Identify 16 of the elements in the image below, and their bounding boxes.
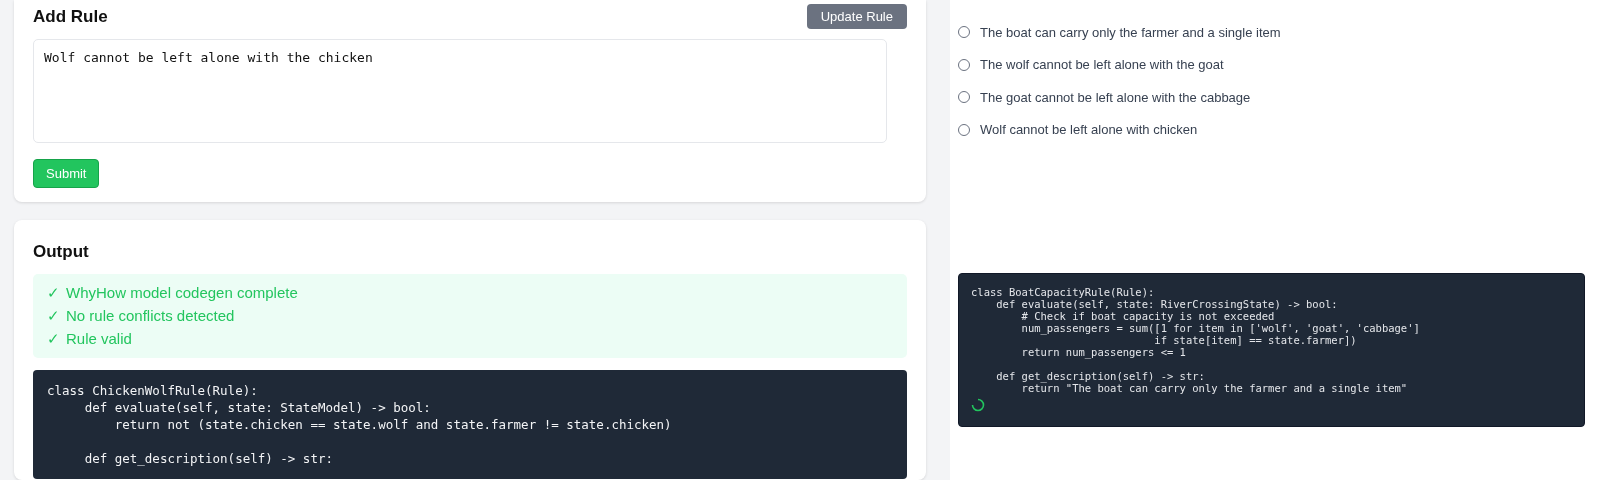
rule-option[interactable]: Wolf cannot be left alone with chicken bbox=[980, 122, 1198, 138]
check-icon: ✓ bbox=[47, 284, 60, 302]
update-rule-button[interactable]: Update Rule bbox=[806, 4, 907, 29]
code-text: class ChickenWolfRule(Rule): def evaluate(self, state: StateModel) -> bool: return not (state.chicken == state.wolf and state.farmer != state.chicken) def get_description(self) -> str: bbox=[47, 382, 673, 467]
check-icon: ✓ bbox=[47, 307, 60, 325]
check-icon: ✓ bbox=[47, 330, 60, 348]
rule-option[interactable]: The wolf cannot be left alone with the goat bbox=[980, 57, 1224, 73]
code-text: class BoatCapacityRule(Rule): def evaluate(self, state: RiverCrossingState) -> bool: # Check if boat capacity is not exceeded num_passengers = sum([1 for item in ['wolf', 'goat', 'cabbage'] if state[item] == state.farmer]) return num_passengers <= 1 def get_description(self) -> str: return "The boat can carry only the farmer and a single item" bbox=[971, 286, 1421, 394]
rule-option[interactable]: The goat cannot be left alone with the cabbage bbox=[980, 89, 1251, 105]
status-message: Rule valid bbox=[66, 330, 132, 348]
card-title: Add Rule bbox=[33, 6, 108, 27]
status-message: WhyHow model codegen complete bbox=[66, 284, 298, 302]
rule-option[interactable]: The boat can carry only the farmer and a single item bbox=[980, 24, 1281, 40]
rule-input-field[interactable]: Wolf cannot be left alone with the chicken bbox=[33, 39, 887, 143]
status-message: No rule conflicts detected bbox=[66, 307, 235, 325]
card-title: Output bbox=[33, 242, 90, 262]
